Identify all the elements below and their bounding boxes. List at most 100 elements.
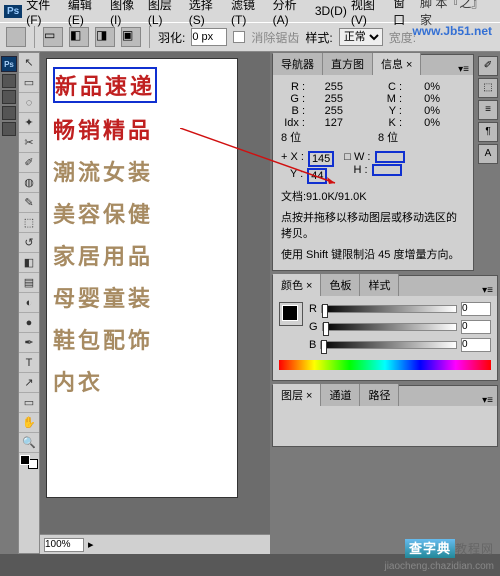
text-line-3: 潮流女装: [53, 155, 231, 187]
text-line-2: 畅销精品: [53, 113, 231, 145]
info-g: 255: [309, 93, 343, 105]
sidetab-para-icon[interactable]: ≡: [478, 100, 498, 120]
info-idx: 127: [309, 117, 343, 129]
info-y-val: 44: [307, 168, 327, 184]
mini-icon-3[interactable]: [2, 106, 16, 120]
color-panel: 颜色 × 色板 样式 ▾≡ R G B: [272, 275, 498, 381]
pen-tool[interactable]: ✒: [19, 333, 39, 353]
color-swatch[interactable]: [20, 455, 38, 469]
layers-panel: 图层 × 通道 路径 ▾≡: [272, 385, 498, 447]
status-bar: ▸: [40, 534, 270, 554]
tab-paths[interactable]: 路径: [360, 384, 399, 406]
tab-channels[interactable]: 通道: [321, 384, 360, 406]
foreground-swatch[interactable]: [279, 302, 303, 326]
mini-icon-1[interactable]: [2, 74, 16, 88]
tab-navigator[interactable]: 导航器: [273, 53, 323, 75]
r-value[interactable]: [461, 302, 491, 316]
menu-view[interactable]: 视图(V): [351, 0, 389, 27]
lasso-tool[interactable]: ◌: [19, 93, 39, 113]
eraser-tool[interactable]: ◧: [19, 253, 39, 273]
stamp-tool[interactable]: ⬚: [19, 213, 39, 233]
heal-tool[interactable]: ◍: [19, 173, 39, 193]
feather-input[interactable]: [191, 28, 227, 46]
info-k: 0%: [406, 117, 440, 129]
info-c: 0%: [406, 81, 440, 93]
menu-file[interactable]: 文件(F): [26, 0, 64, 27]
antialias-checkbox[interactable]: [233, 31, 245, 43]
path-tool[interactable]: ↗: [19, 373, 39, 393]
wand-tool[interactable]: ✦: [19, 113, 39, 133]
text-line-1: 新品速递: [53, 67, 157, 103]
menu-analysis[interactable]: 分析(A): [273, 0, 311, 27]
style-select[interactable]: 正常: [339, 28, 383, 46]
text-line-6: 母婴童装: [53, 281, 231, 313]
tab-info[interactable]: 信息 ×: [373, 53, 421, 75]
sidetab-a-icon[interactable]: A: [478, 144, 498, 164]
sidetab-clone-icon[interactable]: ⬚: [478, 78, 498, 98]
hand-tool[interactable]: ✋: [19, 413, 39, 433]
info-hint1: 点按并拖移以移动图层或移动选区的拷贝。: [281, 211, 465, 242]
info-y: 0%: [406, 105, 440, 117]
add-sel-icon[interactable]: ◧: [69, 27, 89, 47]
menu-edit[interactable]: 编辑(E): [68, 0, 106, 27]
sidetab-char-icon[interactable]: ¶: [478, 122, 498, 142]
menu-layer[interactable]: 图层(L): [148, 0, 185, 27]
tool-preset-icon[interactable]: [6, 27, 26, 47]
shape-tool[interactable]: ▭: [19, 393, 39, 413]
zoom-tool[interactable]: 🔍: [19, 433, 39, 453]
text-line-5: 家居用品: [53, 239, 231, 271]
info-w: [375, 151, 405, 163]
info-h: [372, 164, 402, 176]
b-value[interactable]: [461, 338, 491, 352]
text-line-7: 鞋包配饰: [53, 323, 231, 355]
right-panels: 导航器 直方图 信息 × ▾≡ R :255 G :255 B :255 Idx…: [270, 52, 500, 554]
style-label: 样式:: [305, 29, 332, 46]
menu-3d[interactable]: 3D(D): [315, 4, 347, 18]
marquee-icon[interactable]: ▭: [43, 27, 63, 47]
mini-icon-4[interactable]: [2, 122, 16, 136]
canvas[interactable]: 新品速递 畅销精品 潮流女装 美容保健 家居用品 母婴童装 鞋包配饰 内衣: [46, 58, 238, 498]
b-slider[interactable]: [320, 341, 457, 349]
zoom-input[interactable]: [44, 538, 84, 552]
gradient-tool[interactable]: ▤: [19, 273, 39, 293]
type-tool[interactable]: T: [19, 353, 39, 373]
info-bit1: 8 位: [281, 129, 301, 145]
blur-tool[interactable]: ◐: [19, 293, 39, 313]
color-panel-menu-icon[interactable]: ▾≡: [478, 285, 497, 296]
ps-logo-icon[interactable]: Ps: [1, 56, 17, 72]
tab-color[interactable]: 颜色 ×: [273, 274, 321, 296]
r-slider[interactable]: [321, 305, 457, 313]
crop-tool[interactable]: ✂: [19, 133, 39, 153]
history-tool[interactable]: ↺: [19, 233, 39, 253]
move-tool[interactable]: ↖: [19, 53, 39, 73]
antialias-label: 消除锯齿: [251, 29, 299, 46]
layers-panel-menu-icon[interactable]: ▾≡: [478, 395, 497, 406]
sidetab-brush-icon[interactable]: ✐: [478, 56, 498, 76]
intersect-sel-icon[interactable]: ▣: [121, 27, 141, 47]
dodge-tool[interactable]: ●: [19, 313, 39, 333]
tab-styles[interactable]: 样式: [360, 274, 399, 296]
ps-icon: Ps: [4, 5, 22, 18]
g-slider[interactable]: [322, 323, 457, 331]
marquee-tool[interactable]: ▭: [19, 73, 39, 93]
status-arrow-icon[interactable]: ▸: [88, 538, 94, 551]
menu-filter[interactable]: 滤镜(T): [231, 0, 269, 27]
sub-sel-icon[interactable]: ◨: [95, 27, 115, 47]
eyedrop-tool[interactable]: ✐: [19, 153, 39, 173]
mini-icon-2[interactable]: [2, 90, 16, 104]
tab-swatches[interactable]: 色板: [321, 274, 360, 296]
brush-tool[interactable]: ✎: [19, 193, 39, 213]
info-doc: 文档:91.0K/91.0K: [281, 190, 465, 205]
menu-select[interactable]: 选择(S): [189, 0, 227, 27]
feather-label: 羽化:: [158, 29, 185, 46]
panel-menu-icon[interactable]: ▾≡: [454, 64, 473, 75]
tab-layers[interactable]: 图层 ×: [273, 384, 321, 406]
info-hint2: 使用 Shift 键限制沿 45 度增量方向。: [281, 248, 465, 263]
text-line-8: 内衣: [53, 365, 231, 397]
tab-histogram[interactable]: 直方图: [323, 53, 373, 75]
watermark-url-top: www.Jb51.net: [412, 24, 492, 38]
g-value[interactable]: [461, 320, 491, 334]
info-x: 145: [308, 151, 334, 167]
menu-image[interactable]: 图像(I): [110, 0, 144, 27]
hue-strip[interactable]: [279, 360, 491, 370]
